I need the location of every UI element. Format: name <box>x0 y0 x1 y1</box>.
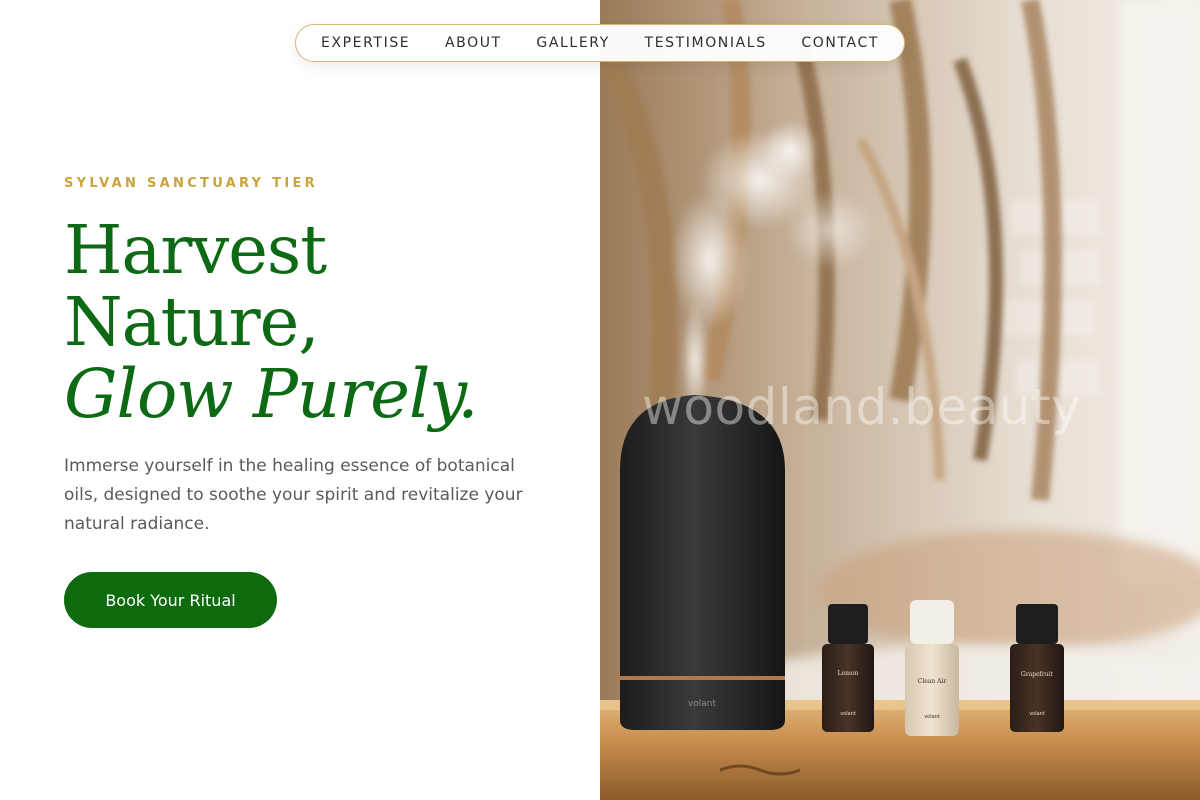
nav-expertise[interactable]: EXPERTISE <box>321 35 410 51</box>
hero-headline: Harvest Nature, Glow Purely. <box>64 211 479 433</box>
nav-gallery[interactable]: GALLERY <box>536 35 609 51</box>
main-nav: EXPERTISE ABOUT GALLERY TESTIMONIALS CON… <box>295 24 905 62</box>
essential-oil-bottle-3: Grapefruit volant <box>1010 604 1064 732</box>
svg-text:Grapefruit: Grapefruit <box>1021 671 1054 678</box>
svg-text:volant: volant <box>924 714 940 720</box>
essential-oil-bottle-1: Lemon volant <box>822 604 874 732</box>
headline-line-2: Nature, <box>64 283 320 361</box>
nav-about[interactable]: ABOUT <box>445 35 502 51</box>
book-ritual-button[interactable]: Book Your Ritual <box>64 572 277 628</box>
svg-text:volant: volant <box>840 711 856 717</box>
headline-line-3: Glow Purely. <box>64 355 479 433</box>
nav-testimonials[interactable]: TESTIMONIALS <box>645 35 767 51</box>
diffuser-scene-image: volant Lemon volant Clean Air volant Gra… <box>600 0 1200 800</box>
svg-text:Lemon: Lemon <box>838 670 859 677</box>
svg-text:Clean Air: Clean Air <box>918 678 947 685</box>
hero-description: Immerse yourself in the healing essence … <box>64 456 523 534</box>
diffuser-brand-text: volant <box>688 699 717 709</box>
hero-eyebrow: SYLVAN SANCTUARY TIER <box>64 176 318 191</box>
hero-image: volant Lemon volant Clean Air volant Gra… <box>600 0 1200 800</box>
svg-text:volant: volant <box>1029 711 1045 717</box>
nav-contact[interactable]: CONTACT <box>801 35 879 51</box>
essential-oil-bottle-2: Clean Air volant <box>905 600 959 736</box>
headline-line-1: Harvest <box>64 211 327 289</box>
